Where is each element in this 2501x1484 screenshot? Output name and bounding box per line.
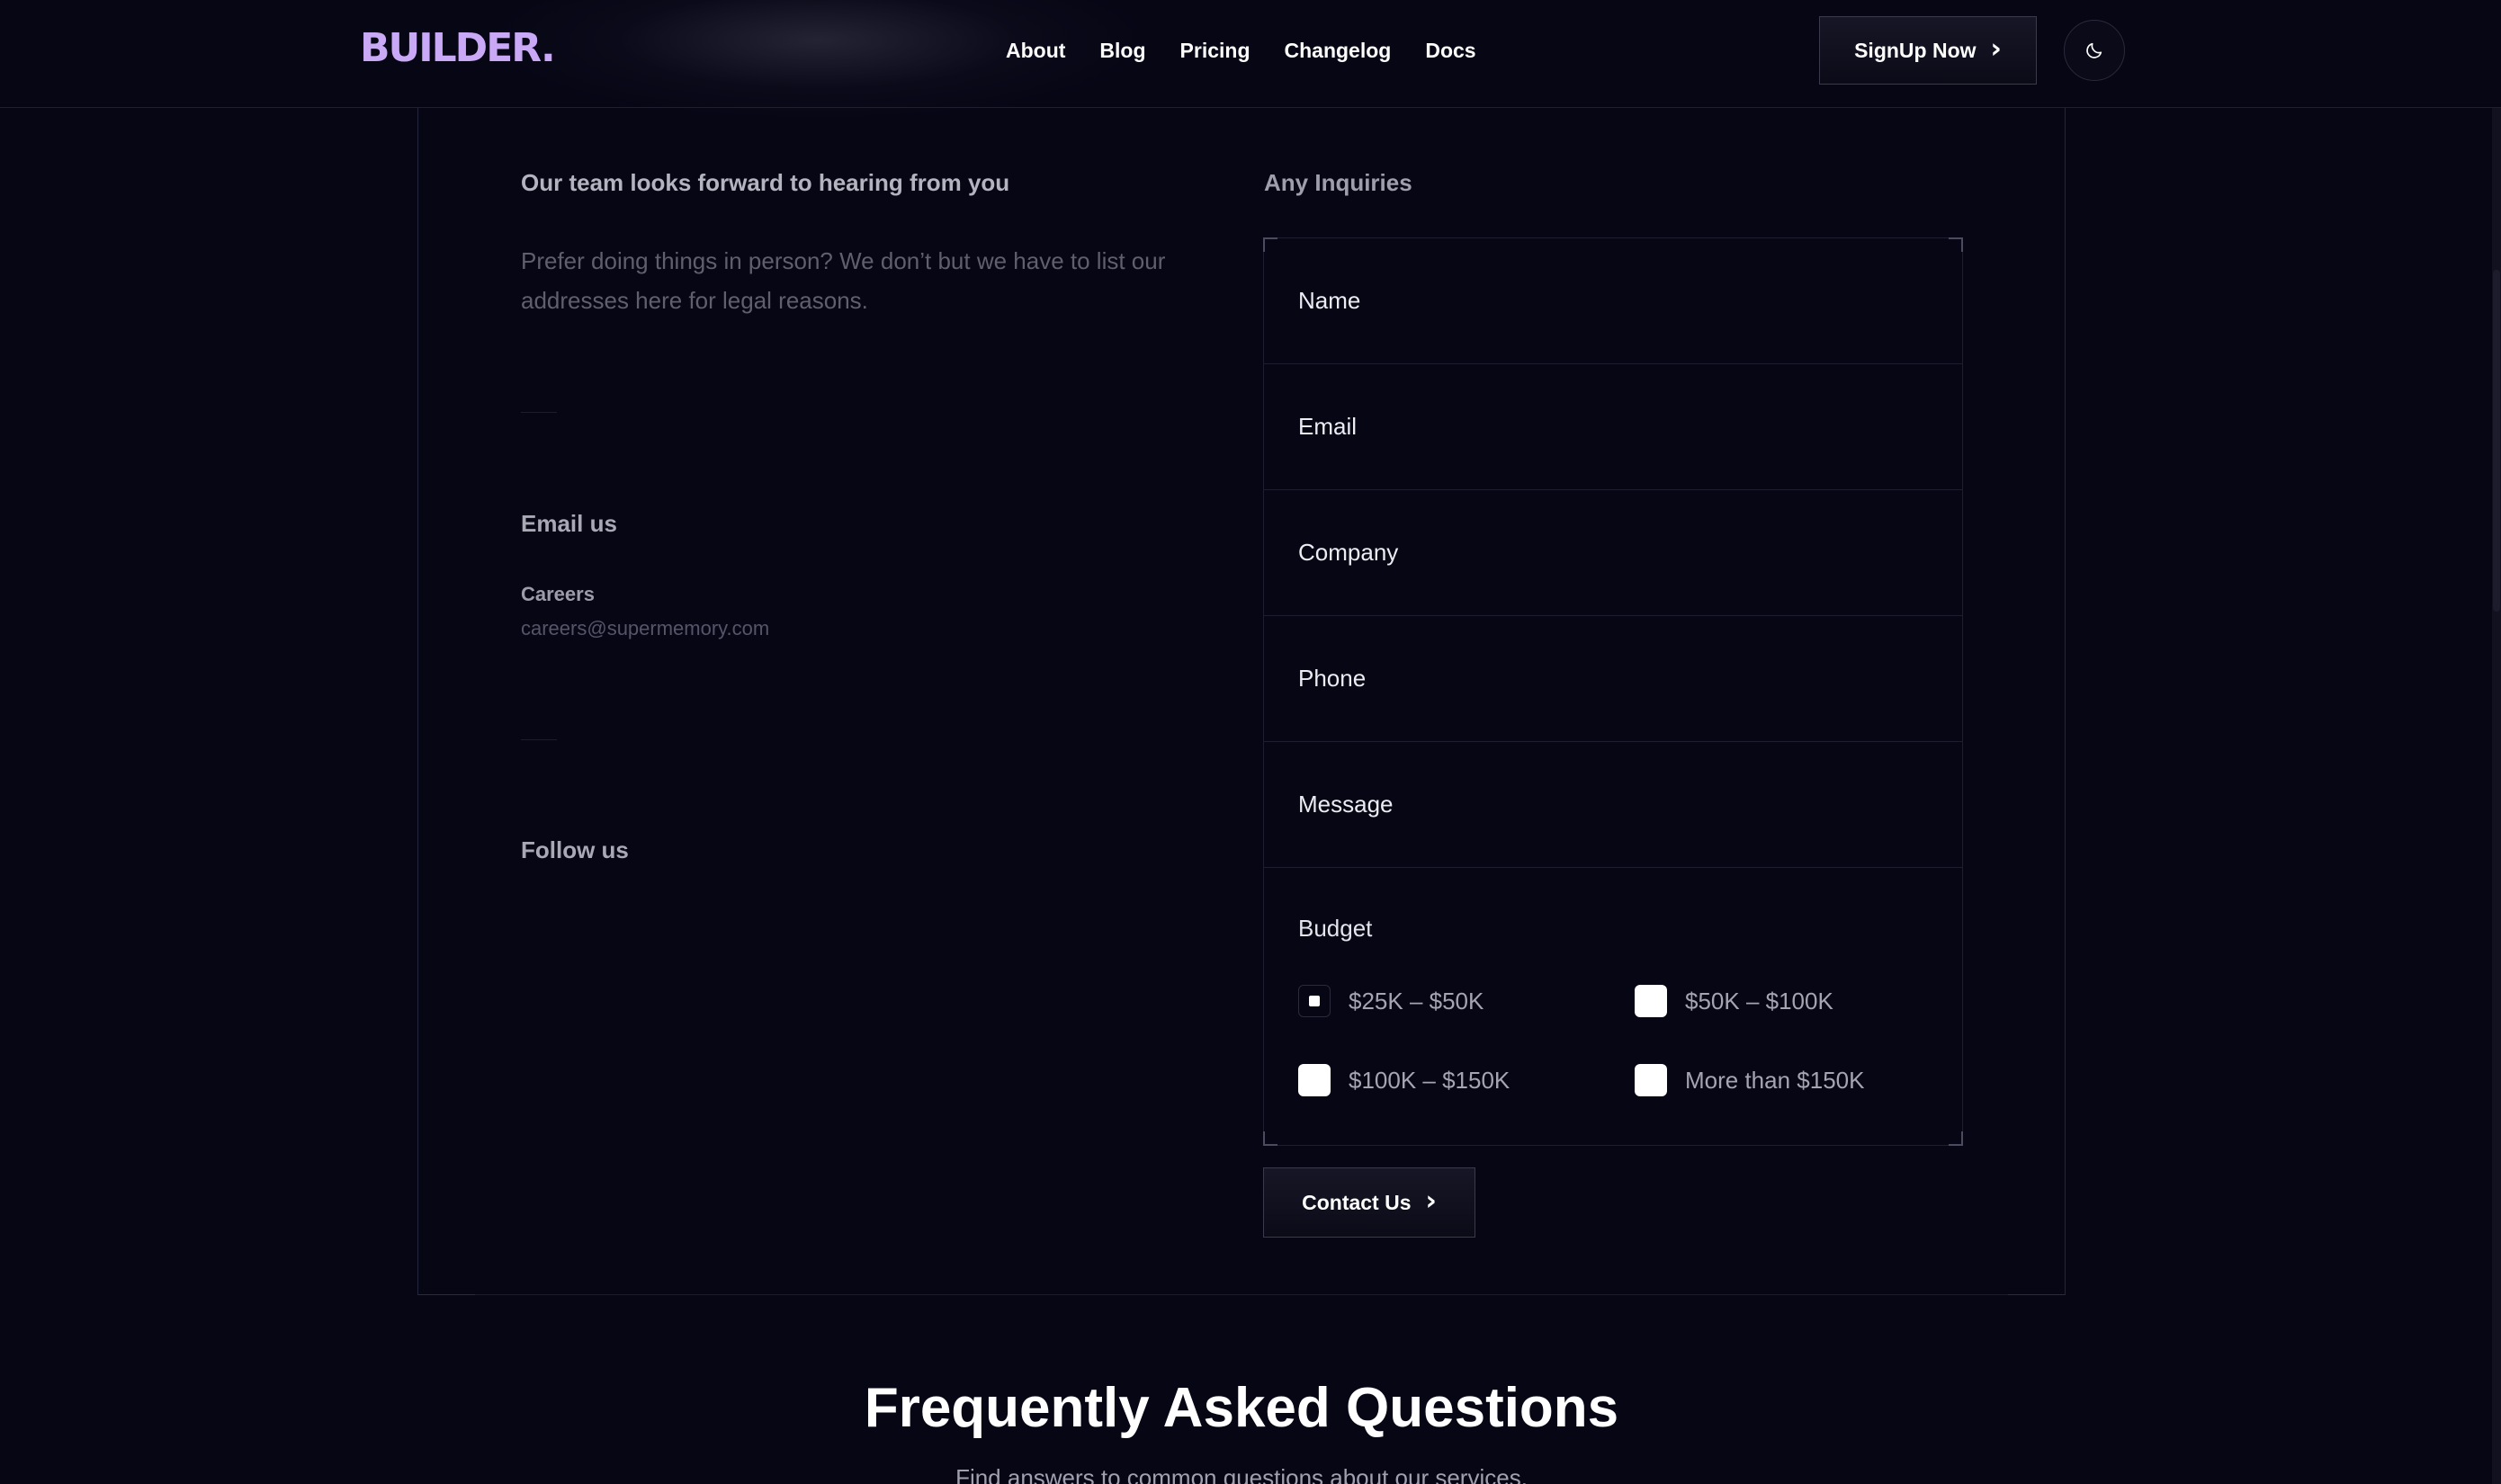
scrollbar-thumb[interactable] [2493,270,2500,612]
careers-email-link[interactable]: careers@supermemory.com [521,617,769,640]
budget-checkbox[interactable] [1635,1064,1667,1096]
phone-input[interactable] [1298,665,1928,693]
signup-button[interactable]: SignUp Now › [1819,16,2037,85]
signup-button-label: SignUp Now [1854,38,1977,62]
divider [521,739,557,740]
main-nav: About Blog Pricing Changelog Docs [1006,36,1510,65]
careers-label: Careers [521,583,595,605]
frame-corner-bottom-left [417,1238,475,1295]
contact-lead-text: Prefer doing things in person? We don’t … [521,247,1166,314]
budget-option-more-than-150k[interactable]: More than $150K [1635,1064,1864,1096]
name-field-row [1264,238,1962,364]
budget-option-25k-50k[interactable]: $25K – $50K [1298,985,1484,1017]
budget-checkbox[interactable] [1298,1064,1331,1096]
budget-option-100k-150k[interactable]: $100K – $150K [1298,1064,1510,1096]
frame-corner-bottom-right [2008,1238,2066,1295]
chevron-right-icon: › [1990,33,2002,65]
nav-pricing-link[interactable]: Pricing [1180,36,1250,65]
form-title: Any Inquiries [1264,169,1412,196]
contact-us-button-label: Contact Us [1302,1190,1412,1214]
message-input[interactable] [1298,791,1928,818]
contact-us-button[interactable]: Contact Us › [1263,1167,1475,1238]
frame-bottom-line [475,1294,2008,1295]
nav-about-link[interactable]: About [1006,36,1065,65]
company-input[interactable] [1298,539,1928,567]
theme-toggle-button[interactable] [2064,20,2125,81]
moon-icon [2086,42,2102,58]
page: BUILDER. About Blog Pricing Changelog Do… [0,0,2501,1484]
company-field-row [1264,490,1962,616]
budget-label: Budget [1298,915,1373,942]
top-navbar: BUILDER. About Blog Pricing Changelog Do… [0,0,2501,117]
nav-blog-link[interactable]: Blog [1099,36,1145,65]
name-input[interactable] [1298,287,1928,315]
budget-checkbox-selected[interactable] [1298,985,1331,1017]
faq-subtitle: Find answers to common questions about o… [955,1464,1528,1484]
budget-checkbox[interactable] [1635,985,1667,1017]
message-field-row [1264,742,1962,868]
form-corner [1949,1131,1963,1146]
inquiry-form: Budget $25K – $50K $50K – $100K $100K – … [1263,237,1963,1146]
budget-option-50k-100k[interactable]: $50K – $100K [1635,985,1833,1017]
email-input[interactable] [1298,413,1928,441]
divider [521,412,557,413]
budget-option-label: $25K – $50K [1349,987,1484,1015]
page-scrollbar[interactable] [2492,0,2501,1484]
nav-docs-link[interactable]: Docs [1425,36,1475,65]
chevron-right-icon: › [1425,1185,1437,1217]
phone-field-row [1264,616,1962,742]
form-corner [1263,1131,1277,1146]
logo[interactable]: BUILDER. [360,25,556,71]
budget-option-label: More than $150K [1685,1066,1865,1094]
email-us-title: Email us [521,510,617,537]
nav-changelog-link[interactable]: Changelog [1285,36,1392,65]
contact-heading: Our team looks forward to hearing from y… [521,169,1010,196]
faq-title: Frequently Asked Questions [864,1377,1619,1439]
follow-us-title: Follow us [521,836,629,863]
budget-option-label: $50K – $100K [1685,987,1833,1015]
email-field-row [1264,364,1962,490]
budget-option-label: $100K – $150K [1349,1066,1510,1094]
